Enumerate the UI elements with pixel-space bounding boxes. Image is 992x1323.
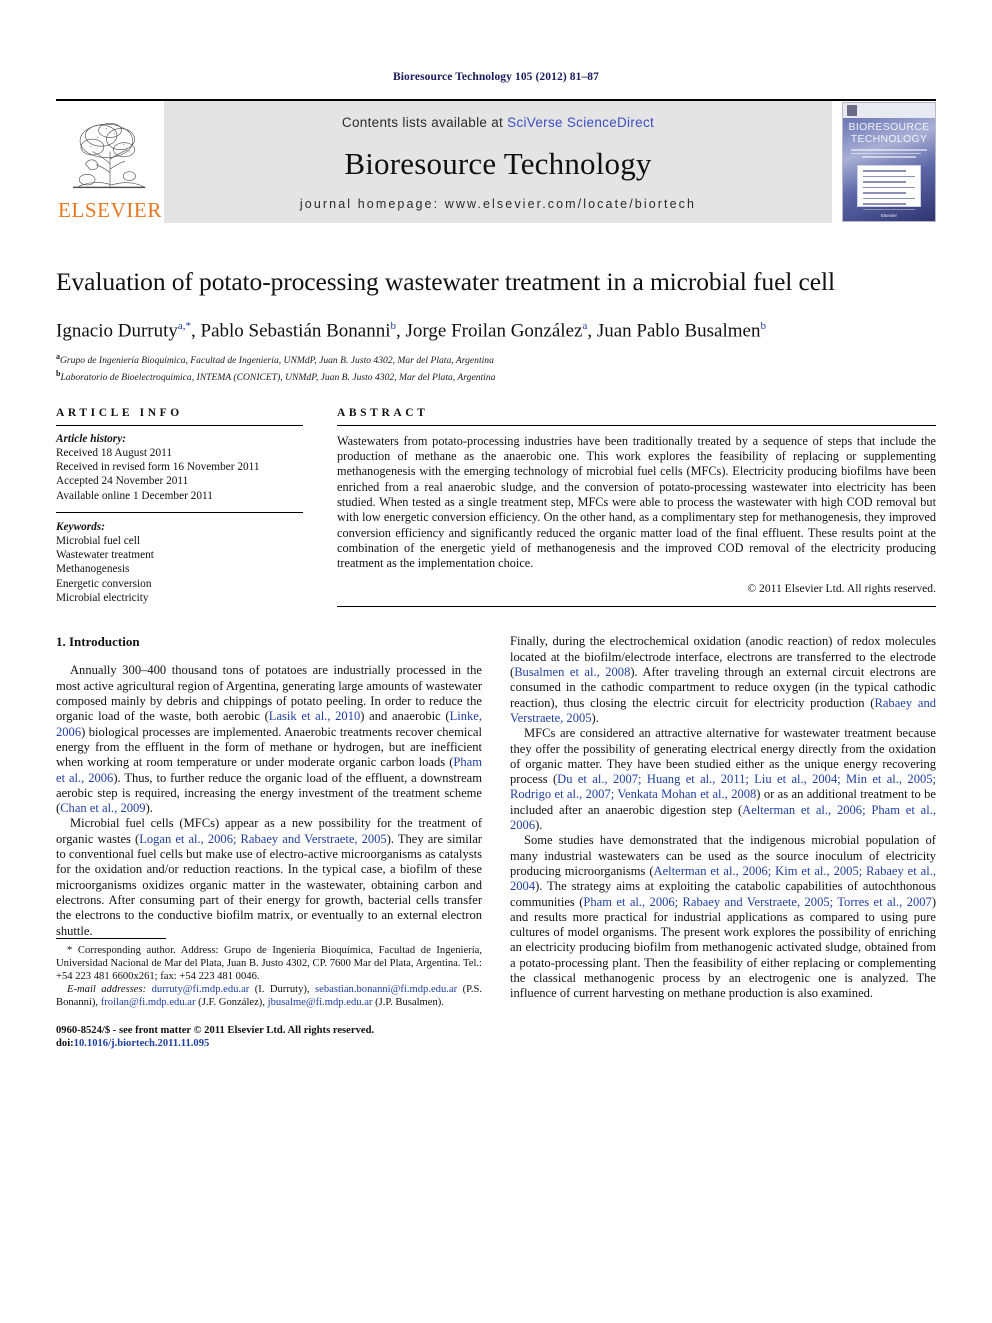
author-affil-marker: a,* [177, 320, 192, 333]
body-paragraph: Annually 300–400 thousand tons of potato… [56, 663, 483, 816]
keyword-item: Wastewater treatment [56, 549, 154, 562]
cover-footer-text: Elsevier [880, 213, 897, 218]
section-heading-introduction: 1. Introduction [56, 634, 140, 650]
keyword-item: Microbial electricity [56, 591, 149, 604]
article-info-heading: ARTICLE INFO [56, 406, 183, 419]
abstract-bottom-rule [337, 606, 936, 608]
body-paragraph: MFCs are considered an attractive altern… [510, 726, 937, 833]
sciencedirect-link[interactable]: SciVerse ScienceDirect [507, 115, 654, 130]
email-owner: (J.P. Busalmen). [375, 997, 444, 1009]
issn-text: 0960-8524/$ - see front matter © 2011 El… [56, 1025, 375, 1037]
cover-title-line-1: BIORESOURCE [848, 121, 930, 133]
abstract-column: ABSTRACT Wastewaters from potato-process… [337, 407, 936, 608]
cover-title-line-2: TECHNOLOGY [850, 132, 928, 145]
abstract-rule [337, 424, 936, 426]
body-columns: 1. Introduction Annually 300–400 thousan… [56, 634, 936, 1050]
journal-cover-image: BIORESOURCE TECHNOLOGY Elsevier [842, 102, 936, 222]
body-column-right: Finally, during the electrochemical oxid… [510, 634, 936, 1050]
article-history-label: Article history: [56, 432, 126, 445]
keywords-rule [56, 511, 303, 513]
body-paragraph: Finally, during the electrochemical oxid… [510, 634, 936, 725]
body-paragraph: Microbial fuel cells (MFCs) appear as a … [56, 816, 482, 938]
abstract-heading: ABSTRACT [337, 406, 429, 419]
abstract-copyright: © 2011 Elsevier Ltd. All rights reserved… [747, 582, 936, 596]
history-item: Received 18 August 2011 [56, 446, 172, 459]
issn-copyright-line: 0960-8524/$ - see front matter © 2011 El… [56, 1024, 482, 1050]
elsevier-logo: ELSEVIER [56, 101, 164, 223]
keyword-item: Methanogenesis [56, 563, 130, 576]
history-item: Received in revised form 16 November 201… [56, 461, 260, 474]
affiliation-a: aGrupo de Ingeniería Bioquímica, Faculta… [56, 351, 936, 368]
journal-masthead: ELSEVIER Contents lists available at Sci… [56, 99, 936, 223]
email-link[interactable]: durruty@fi.mdp.edu.ar [152, 984, 250, 995]
journal-title: Bioresource Technology [344, 146, 652, 181]
author-affil-marker: a [582, 320, 588, 333]
article-info-rule [56, 424, 303, 426]
email-link[interactable]: jbusalme@fi.mdp.edu.ar [268, 997, 373, 1008]
journal-cover: BIORESOURCE TECHNOLOGY Elsevier [832, 101, 936, 223]
abstract-text: Wastewaters from potato-processing indus… [337, 433, 936, 571]
affiliation-b: bLaboratorio de Bioelectroquímica, INTEM… [56, 368, 936, 385]
article-page: Bioresource Technology 105 (2012) 81–87 [0, 0, 992, 1323]
email-owner: (I. Durruty), [254, 984, 310, 996]
elsevier-wordmark: ELSEVIER [58, 198, 162, 222]
email-addresses-note: E-mail addresses: durruty@fi.mdp.edu.ar … [56, 983, 482, 1009]
body-paragraph: Some studies have demonstrated that the … [510, 833, 936, 1001]
keywords-label: Keywords: [56, 520, 105, 533]
corresponding-author-note: * Corresponding author. Address: Grupo d… [56, 945, 482, 983]
masthead-center: Contents lists available at SciVerse Sci… [164, 101, 832, 223]
article-info-column: ARTICLE INFO Article history: Received 1… [56, 407, 303, 608]
page-title: Evaluation of potato-processing wastewat… [56, 267, 835, 296]
keyword-item: Energetic conversion [56, 577, 152, 590]
author-affil-marker: b [760, 320, 766, 333]
journal-homepage-link[interactable]: journal homepage: www.elsevier.com/locat… [300, 197, 696, 211]
info-abstract-region: ARTICLE INFO Article history: Received 1… [56, 407, 936, 608]
doi-link[interactable]: 10.1016/j.biortech.2011.11.095 [74, 1038, 210, 1049]
cover-elsevier-mark-icon [847, 105, 857, 116]
history-item: Accepted 24 November 2011 [56, 475, 189, 488]
footnotes-block: * Corresponding author. Address: Grupo d… [56, 938, 482, 1050]
article-history-block: Article history: Received 18 August 2011… [56, 432, 303, 503]
email-link[interactable]: froilan@fi.mdp.edu.ar [101, 997, 196, 1008]
cover-title-text: BIORESOURCE TECHNOLOGY [843, 121, 935, 145]
email-label: E-mail addresses: [67, 984, 147, 996]
cover-subtitle-lines [851, 149, 927, 161]
affiliations: aGrupo de Ingeniería Bioquímica, Faculta… [56, 351, 936, 384]
body-column-left: 1. Introduction Annually 300–400 thousan… [56, 634, 482, 1050]
running-head: Bioresource Technology 105 (2012) 81–87 [392, 71, 599, 83]
affiliation-b-text: Laboratorio de Bioelectroquímica, INTEMA… [60, 372, 496, 384]
contents-available-line: Contents lists available at SciVerse Sci… [342, 115, 654, 130]
doi-prefix: doi: [56, 1038, 74, 1050]
author-affil-marker: b [390, 320, 397, 333]
cover-figure-panel [857, 165, 921, 210]
history-item: Available online 1 December 2011 [56, 489, 213, 502]
keyword-item: Microbial fuel cell [56, 535, 141, 547]
keywords-block: Keywords: Microbial fuel cell Wastewater… [56, 520, 303, 605]
footnote-divider [56, 938, 166, 940]
author-list: Ignacio Durrutya,*, Pablo Sebastián Bona… [56, 320, 766, 342]
email-owner: (J.F. González), [198, 997, 265, 1009]
elsevier-tree-icon [66, 111, 154, 199]
email-link[interactable]: sebastian.bonanni@fi.mdp.edu.ar [315, 984, 457, 995]
affiliation-a-text: Grupo de Ingeniería Bioquímica, Facultad… [60, 355, 494, 367]
doi-line: doi:10.1016/j.biortech.2011.11.095 [56, 1037, 482, 1050]
contents-prefix-text: Contents lists available at [341, 115, 508, 130]
